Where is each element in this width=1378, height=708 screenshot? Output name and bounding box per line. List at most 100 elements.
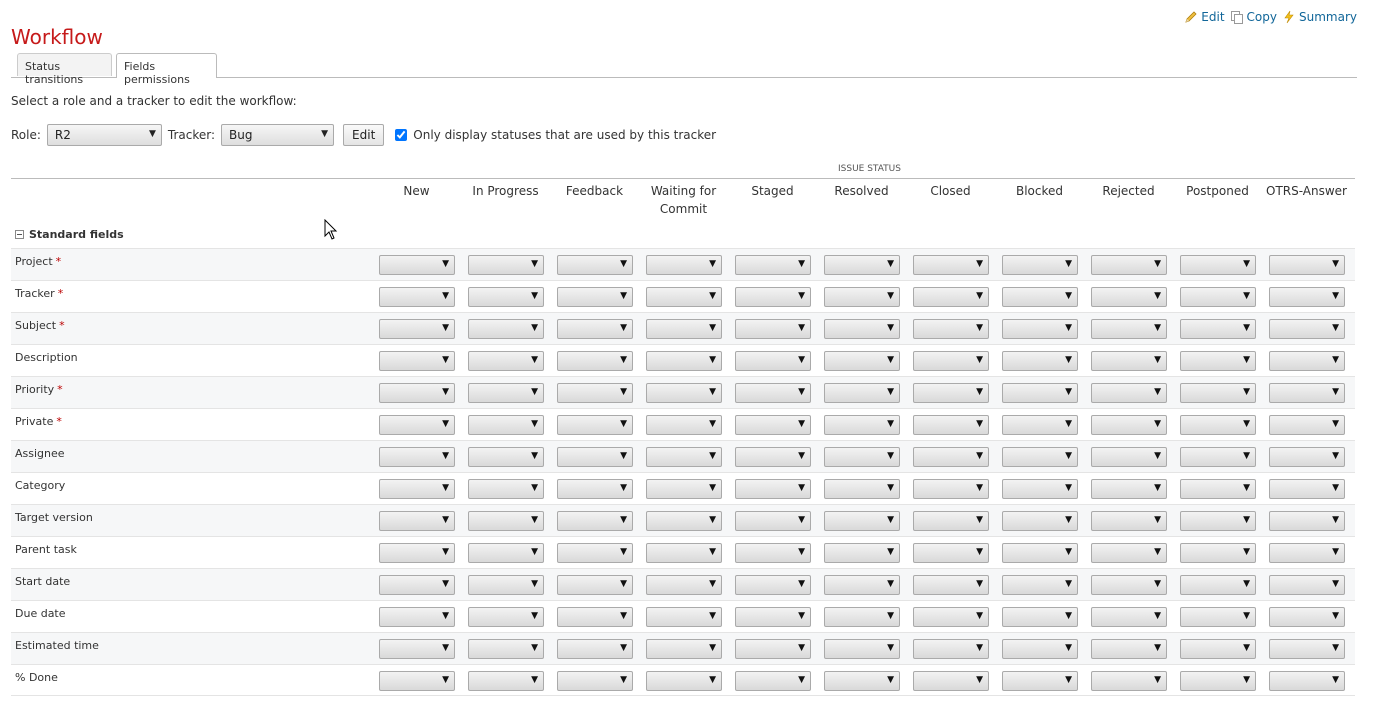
permission-select[interactable]: ▼ (913, 383, 989, 403)
tracker-select[interactable]: Bug ▼ (221, 124, 335, 146)
permission-select[interactable]: ▼ (379, 383, 455, 403)
permission-select[interactable]: ▼ (379, 511, 455, 531)
permission-select[interactable]: ▼ (557, 447, 633, 467)
permission-select[interactable]: ▼ (468, 543, 544, 563)
permission-select[interactable]: ▼ (557, 479, 633, 499)
permission-select[interactable]: ▼ (735, 447, 811, 467)
permission-select[interactable]: ▼ (824, 255, 900, 275)
permission-select[interactable]: ▼ (557, 287, 633, 307)
permission-select[interactable]: ▼ (646, 447, 722, 467)
permission-select[interactable]: ▼ (1180, 383, 1256, 403)
permission-select[interactable]: ▼ (1002, 255, 1078, 275)
permission-select[interactable]: ▼ (1269, 607, 1345, 627)
permission-select[interactable]: ▼ (1269, 319, 1345, 339)
permission-select[interactable]: ▼ (1180, 415, 1256, 435)
permission-select[interactable]: ▼ (735, 287, 811, 307)
permission-select[interactable]: ▼ (379, 287, 455, 307)
permission-select[interactable]: ▼ (735, 511, 811, 531)
permission-select[interactable]: ▼ (824, 575, 900, 595)
permission-select[interactable]: ▼ (646, 479, 722, 499)
permission-select[interactable]: ▼ (824, 415, 900, 435)
permission-select[interactable]: ▼ (646, 543, 722, 563)
permission-select[interactable]: ▼ (379, 671, 455, 691)
permission-select[interactable]: ▼ (1180, 607, 1256, 627)
permission-select[interactable]: ▼ (379, 479, 455, 499)
permission-select[interactable]: ▼ (1269, 351, 1345, 371)
permission-select[interactable]: ▼ (913, 255, 989, 275)
tab-fields-permissions[interactable]: Fields permissions (116, 53, 217, 86)
permission-select[interactable]: ▼ (557, 511, 633, 531)
permission-select[interactable]: ▼ (1091, 607, 1167, 627)
permission-select[interactable]: ▼ (646, 351, 722, 371)
permission-select[interactable]: ▼ (1091, 415, 1167, 435)
permission-select[interactable]: ▼ (1002, 511, 1078, 531)
tab-status-transitions[interactable]: Status transitions (17, 53, 112, 86)
permission-select[interactable]: ▼ (1091, 383, 1167, 403)
permission-select[interactable]: ▼ (1002, 383, 1078, 403)
permission-select[interactable]: ▼ (1269, 415, 1345, 435)
permission-select[interactable]: ▼ (824, 511, 900, 531)
permission-select[interactable]: ▼ (913, 671, 989, 691)
permission-select[interactable]: ▼ (1091, 575, 1167, 595)
permission-select[interactable]: ▼ (1002, 543, 1078, 563)
permission-select[interactable]: ▼ (824, 319, 900, 339)
permission-select[interactable]: ▼ (1091, 639, 1167, 659)
permission-select[interactable]: ▼ (1002, 479, 1078, 499)
permission-select[interactable]: ▼ (646, 639, 722, 659)
permission-select[interactable]: ▼ (1180, 575, 1256, 595)
permission-select[interactable]: ▼ (557, 383, 633, 403)
permission-select[interactable]: ▼ (1091, 319, 1167, 339)
permission-select[interactable]: ▼ (1002, 671, 1078, 691)
permission-select[interactable]: ▼ (735, 319, 811, 339)
permission-select[interactable]: ▼ (379, 575, 455, 595)
permission-select[interactable]: ▼ (646, 607, 722, 627)
permission-select[interactable]: ▼ (468, 319, 544, 339)
permission-select[interactable]: ▼ (646, 415, 722, 435)
permission-select[interactable]: ▼ (1269, 383, 1345, 403)
permission-select[interactable]: ▼ (468, 671, 544, 691)
permission-select[interactable]: ▼ (557, 607, 633, 627)
permission-select[interactable]: ▼ (824, 351, 900, 371)
permission-select[interactable]: ▼ (824, 383, 900, 403)
permission-select[interactable]: ▼ (646, 511, 722, 531)
edit-button[interactable]: Edit (343, 124, 385, 146)
permission-select[interactable]: ▼ (379, 319, 455, 339)
permission-select[interactable]: ▼ (735, 415, 811, 435)
permission-select[interactable]: ▼ (1269, 287, 1345, 307)
permission-select[interactable]: ▼ (557, 255, 633, 275)
permission-select[interactable]: ▼ (1002, 575, 1078, 595)
permission-select[interactable]: ▼ (913, 639, 989, 659)
permission-select[interactable]: ▼ (1091, 287, 1167, 307)
permission-select[interactable]: ▼ (1180, 319, 1256, 339)
permission-select[interactable]: ▼ (1002, 287, 1078, 307)
permission-select[interactable]: ▼ (468, 415, 544, 435)
permission-select[interactable]: ▼ (1002, 447, 1078, 467)
permission-select[interactable]: ▼ (735, 671, 811, 691)
permission-select[interactable]: ▼ (1180, 479, 1256, 499)
permission-select[interactable]: ▼ (468, 479, 544, 499)
standard-fields-section-toggle[interactable]: Standard fields (15, 228, 124, 241)
permission-select[interactable]: ▼ (1002, 607, 1078, 627)
permission-select[interactable]: ▼ (735, 639, 811, 659)
permission-select[interactable]: ▼ (735, 383, 811, 403)
permission-select[interactable]: ▼ (913, 575, 989, 595)
permission-select[interactable]: ▼ (468, 511, 544, 531)
permission-select[interactable]: ▼ (468, 383, 544, 403)
permission-select[interactable]: ▼ (824, 543, 900, 563)
permission-select[interactable]: ▼ (1269, 255, 1345, 275)
permission-select[interactable]: ▼ (735, 607, 811, 627)
permission-select[interactable]: ▼ (1091, 543, 1167, 563)
permission-select[interactable]: ▼ (824, 479, 900, 499)
permission-select[interactable]: ▼ (913, 415, 989, 435)
permission-select[interactable]: ▼ (1091, 479, 1167, 499)
permission-select[interactable]: ▼ (735, 351, 811, 371)
permission-select[interactable]: ▼ (379, 255, 455, 275)
permission-select[interactable]: ▼ (557, 575, 633, 595)
permission-select[interactable]: ▼ (824, 447, 900, 467)
only-used-statuses-checkbox[interactable] (395, 129, 408, 141)
permission-select[interactable]: ▼ (1180, 447, 1256, 467)
permission-select[interactable]: ▼ (557, 319, 633, 339)
permission-select[interactable]: ▼ (468, 351, 544, 371)
permission-select[interactable]: ▼ (1180, 671, 1256, 691)
permission-select[interactable]: ▼ (913, 607, 989, 627)
